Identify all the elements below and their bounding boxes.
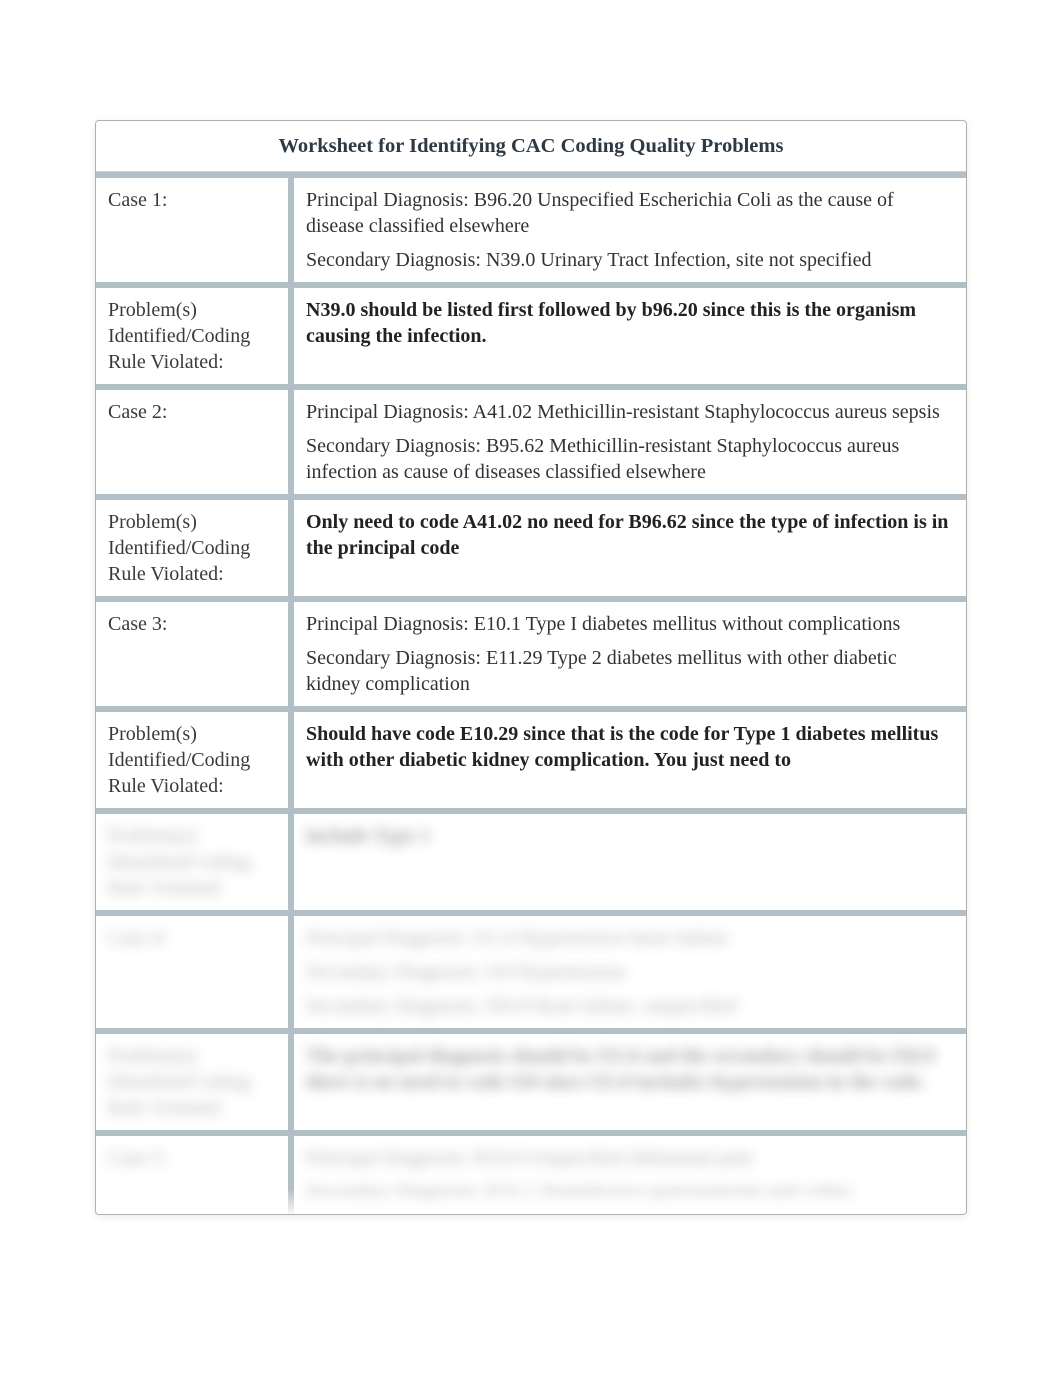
row-content: Principal Diagnosis: R10.9 Unspecified a… (291, 1133, 966, 1214)
row-label: Problem(s) Identified/Coding Rule Violat… (96, 709, 291, 811)
content-paragraph: Principal Diagnosis: A41.02 Methicillin-… (306, 399, 954, 425)
content-paragraph: Secondary Diagnosis: I10 Hypertension (306, 959, 954, 985)
content-paragraph: The principal diagnosis should be I11.0 … (306, 1043, 954, 1095)
table-row: Case 5: Principal Diagnosis: R10.9 Unspec… (96, 1133, 966, 1214)
row-label: Case 5: (96, 1133, 291, 1214)
table-row: Case 1: Principal Diagnosis: B96.20 Unspe… (96, 175, 966, 285)
row-content: include Type 1 (291, 811, 966, 913)
row-label: Problem(s) Identified/Coding Rule Violat… (96, 811, 291, 913)
content-paragraph: Principal Diagnosis: E10.1 Type I diabet… (306, 611, 954, 637)
row-label: Case 4: (96, 913, 291, 1031)
content-paragraph: Principal Diagnosis: R10.9 Unspecified a… (306, 1145, 954, 1171)
row-label: Problem(s) Identified/Coding Rule Violat… (96, 497, 291, 599)
row-content: Only need to code A41.02 no need for B96… (291, 497, 966, 599)
table-row: Case 2: Principal Diagnosis: A41.02 Methi… (96, 387, 966, 497)
table-row: Problem(s) Identified/Coding Rule Violat… (96, 811, 966, 913)
row-label: Case 3: (96, 599, 291, 709)
content-paragraph: Secondary Diagnosis: E11.29 Type 2 diabe… (306, 645, 954, 697)
table-row: Case 4: Principal Diagnosis: I11.0 Hypert… (96, 913, 966, 1031)
content-paragraph: Secondary Diagnosis: N39.0 Urinary Tract… (306, 247, 954, 273)
table-row: Problem(s) Identified/Coding Rule Violat… (96, 709, 966, 811)
content-paragraph: Principal Diagnosis: B96.20 Unspecified … (306, 187, 954, 239)
content-paragraph: Only need to code A41.02 no need for B96… (306, 509, 954, 561)
content-paragraph: Secondary Diagnosis: K52.1 Noninfective … (306, 1179, 954, 1205)
row-content: Principal Diagnosis: A41.02 Methicillin-… (291, 387, 966, 497)
table-row: Problem(s) Identified/Coding Rule Violat… (96, 1031, 966, 1133)
content-paragraph: Secondary Diagnosis: I50.9 Heart failure… (306, 993, 954, 1019)
row-label: Problem(s) Identified/Coding Rule Violat… (96, 1031, 291, 1133)
row-content: N39.0 should be listed first followed by… (291, 285, 966, 387)
row-content: Principal Diagnosis: I11.0 Hypertensive … (291, 913, 966, 1031)
table-row: Case 3: Principal Diagnosis: E10.1 Type I… (96, 599, 966, 709)
row-content: Principal Diagnosis: E10.1 Type I diabet… (291, 599, 966, 709)
content-paragraph: N39.0 should be listed first followed by… (306, 297, 954, 349)
row-label: Case 2: (96, 387, 291, 497)
content-paragraph: Principal Diagnosis: I11.0 Hypertensive … (306, 925, 954, 951)
content-paragraph: Secondary Diagnosis: B95.62 Methicillin-… (306, 433, 954, 485)
content-paragraph: include Type 1 (306, 823, 954, 849)
row-content: The principal diagnosis should be I11.0 … (291, 1031, 966, 1133)
worksheet-container: Worksheet for Identifying CAC Coding Qua… (95, 120, 967, 1215)
table-row: Problem(s) Identified/Coding Rule Violat… (96, 285, 966, 387)
worksheet-table: Case 1: Principal Diagnosis: B96.20 Unspe… (96, 172, 966, 1214)
row-content: Should have code E10.29 since that is th… (291, 709, 966, 811)
worksheet-title: Worksheet for Identifying CAC Coding Qua… (96, 121, 966, 172)
table-row: Problem(s) Identified/Coding Rule Violat… (96, 497, 966, 599)
row-content: Principal Diagnosis: B96.20 Unspecified … (291, 175, 966, 285)
row-label: Case 1: (96, 175, 291, 285)
content-paragraph: Should have code E10.29 since that is th… (306, 721, 954, 773)
row-label: Problem(s) Identified/Coding Rule Violat… (96, 285, 291, 387)
